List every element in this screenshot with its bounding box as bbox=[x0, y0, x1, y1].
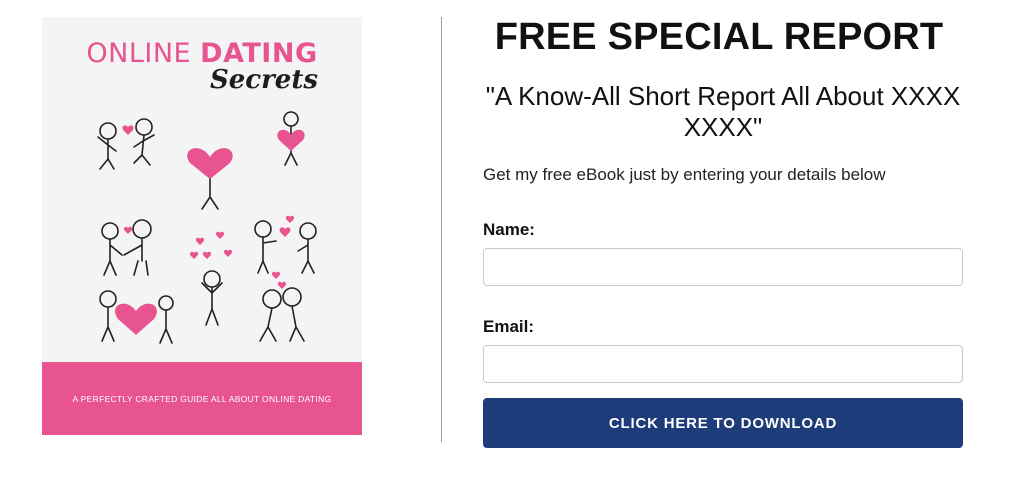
heart-small-1 bbox=[122, 125, 134, 135]
ebook-cover: ONLINE DATING Secrets A PERFECTLY CRAFTE… bbox=[42, 17, 362, 435]
optin-panel: FREE SPECIAL REPORT "A Know-All Short Re… bbox=[483, 16, 963, 448]
heart-small-7 bbox=[189, 251, 199, 259]
email-field[interactable] bbox=[483, 345, 963, 383]
name-field[interactable] bbox=[483, 248, 963, 286]
email-label: Email: bbox=[483, 317, 535, 336]
heart-small-11 bbox=[271, 271, 281, 279]
kissing-couple bbox=[259, 287, 305, 342]
heart-big-3 bbox=[115, 303, 157, 335]
heart-large-1 bbox=[187, 148, 233, 179]
cover-tagline: A PERFECTLY CRAFTED GUIDE ALL ABOUT ONLI… bbox=[72, 393, 332, 404]
figure-with-hearts-above bbox=[201, 270, 223, 326]
vertical-divider bbox=[441, 17, 442, 442]
cover-tagline-band: A PERFECTLY CRAFTED GUIDE ALL ABOUT ONLI… bbox=[42, 362, 362, 435]
heart-small-4 bbox=[215, 231, 225, 239]
heart-small-9 bbox=[285, 215, 295, 223]
heart-small-8 bbox=[279, 227, 291, 237]
heart-small-3 bbox=[195, 237, 205, 245]
cover-subtitle: Secrets bbox=[209, 65, 318, 95]
cover-illustration bbox=[97, 111, 317, 344]
heart-small-2 bbox=[123, 226, 133, 234]
heart-small-10 bbox=[277, 281, 287, 289]
optin-form: Name: Email: CLICK HERE TO DOWNLOAD bbox=[483, 220, 963, 448]
name-label: Name: bbox=[483, 220, 535, 239]
form-instructions: Get my free eBook just by entering your … bbox=[483, 165, 886, 184]
heart-small-6 bbox=[223, 249, 233, 257]
download-button[interactable]: CLICK HERE TO DOWNLOAD bbox=[483, 398, 963, 448]
page-title: FREE SPECIAL REPORT bbox=[494, 16, 944, 58]
heart-small-5 bbox=[202, 251, 212, 259]
report-subtitle: "A Know-All Short Report All About XXXX … bbox=[485, 81, 961, 142]
